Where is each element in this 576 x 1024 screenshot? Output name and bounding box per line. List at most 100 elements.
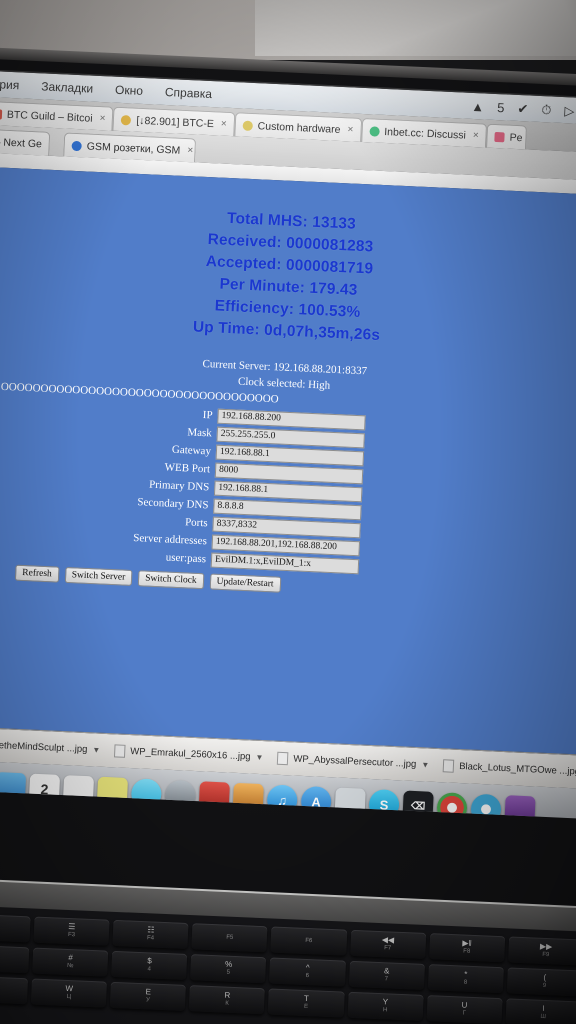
menu-window[interactable]: Окно bbox=[115, 83, 143, 98]
refresh-button[interactable]: Refresh bbox=[14, 564, 60, 583]
key-sub: Н bbox=[382, 1007, 388, 1014]
switch-clock-button[interactable]: Switch Clock bbox=[137, 570, 204, 590]
key-4[interactable]: $4 bbox=[111, 950, 188, 980]
stat-value: 0000081719 bbox=[285, 256, 374, 278]
key-sub: Ц bbox=[66, 994, 72, 1001]
key-8[interactable]: * 8 bbox=[427, 964, 504, 994]
tab-close-icon[interactable]: × bbox=[221, 119, 227, 130]
tab-close-icon[interactable]: × bbox=[473, 130, 479, 141]
key-sub: 7 bbox=[384, 976, 389, 983]
stat-value: 179.43 bbox=[309, 279, 358, 299]
key-2[interactable]: @2 bbox=[0, 944, 30, 974]
key-sub: F6 bbox=[305, 937, 313, 944]
download-item[interactable]: WP_AbyssalPersecutor ...jpg ▼ bbox=[277, 751, 429, 772]
key-sub: F3 bbox=[67, 932, 76, 939]
key-t[interactable]: TЕ bbox=[268, 988, 345, 1018]
key-6[interactable]: ^ 6 bbox=[269, 957, 346, 987]
stat-label: Received: bbox=[207, 231, 283, 252]
key-u[interactable]: UГ bbox=[426, 995, 503, 1024]
key-3[interactable]: # № bbox=[32, 947, 109, 977]
download-name: WP_AbyssalPersecutor ...jpg bbox=[293, 753, 417, 771]
file-icon bbox=[113, 744, 126, 758]
key-r[interactable]: RК bbox=[189, 985, 266, 1015]
favicon-custom-hardware bbox=[242, 120, 253, 131]
menu-help[interactable]: Справка bbox=[165, 85, 213, 101]
field-label: IP bbox=[202, 409, 213, 422]
key-f6[interactable]: F6 bbox=[270, 926, 347, 956]
badge-count: 5 bbox=[496, 99, 505, 115]
key-sub: F7 bbox=[384, 945, 392, 952]
key-9[interactable]: (9 bbox=[506, 967, 576, 997]
key-main: & bbox=[383, 966, 390, 976]
key-sub: Г bbox=[462, 1010, 466, 1017]
chevron-down-icon[interactable]: ▼ bbox=[421, 760, 429, 769]
key-y[interactable]: YН bbox=[347, 991, 424, 1021]
key-main: $ bbox=[147, 956, 153, 966]
tab-pe[interactable]: Pe bbox=[486, 123, 528, 150]
key-q[interactable]: QЙ bbox=[0, 975, 29, 1005]
key-5[interactable]: % 5 bbox=[190, 954, 267, 984]
key-sub: 6 bbox=[305, 973, 310, 980]
key-f4[interactable]: ☷ F4 bbox=[112, 919, 189, 949]
key-sub: 9 bbox=[542, 982, 547, 990]
key-i[interactable]: IШ bbox=[505, 998, 576, 1024]
tab-close-icon[interactable]: × bbox=[347, 124, 353, 135]
download-item[interactable]: WP_JacetheMindSculpt ...jpg ▼ bbox=[0, 737, 101, 757]
key-7[interactable]: & 7 bbox=[348, 960, 425, 990]
terminal-glyph: ⌫ bbox=[410, 800, 426, 812]
stat-value: 100.53% bbox=[298, 301, 361, 322]
key-main: U bbox=[461, 1000, 468, 1011]
key-f3[interactable]: ☰ F3 bbox=[33, 916, 110, 946]
file-icon bbox=[442, 759, 455, 773]
key-sub: 5 bbox=[226, 969, 231, 976]
key-main: ▶‖ bbox=[462, 938, 472, 949]
key-w[interactable]: WЦ bbox=[31, 978, 108, 1008]
key-f8[interactable]: ▶‖ F8 bbox=[428, 933, 505, 963]
checkmark-icon[interactable]: ✔ bbox=[517, 100, 529, 115]
field-label: Primary DNS bbox=[148, 479, 210, 494]
download-item[interactable]: WP_Emrakul_2560x16 ...jpg ▼ bbox=[113, 744, 264, 764]
key-sub: F8 bbox=[463, 948, 471, 955]
bluetooth-icon[interactable]: ▷ bbox=[564, 103, 575, 118]
key-f7[interactable]: ◀◀ F7 bbox=[349, 929, 426, 959]
key-sub: F5 bbox=[226, 934, 234, 941]
field-label: Gateway bbox=[171, 444, 212, 458]
menu-history[interactable]: тория bbox=[0, 77, 20, 92]
key-sub: К bbox=[225, 1000, 229, 1007]
key-sub: 8 bbox=[463, 979, 468, 986]
stat-label: Up Time: bbox=[192, 318, 261, 339]
user-pass-input[interactable] bbox=[210, 552, 360, 575]
key-main: * bbox=[463, 969, 468, 980]
switch-server-button[interactable]: Switch Server bbox=[64, 566, 133, 586]
tab-label: CedarTec – Next Ge bbox=[0, 134, 43, 150]
key-main: R bbox=[224, 990, 231, 1001]
key-main: # bbox=[68, 953, 73, 963]
field-label: Mask bbox=[187, 426, 213, 440]
update-restart-button[interactable]: Update/Restart bbox=[209, 573, 281, 593]
menu-bookmarks[interactable]: Закладки bbox=[41, 79, 94, 95]
tab-label: [↓82.901] BTC-E bbox=[136, 114, 215, 130]
background-wall-right bbox=[255, 0, 576, 56]
key-e[interactable]: EУ bbox=[110, 981, 187, 1011]
download-name: WP_JacetheMindSculpt ...jpg bbox=[0, 738, 88, 756]
adobe-icon[interactable]: ▲ bbox=[471, 98, 485, 114]
tab-close-icon[interactable]: × bbox=[99, 113, 105, 124]
key-main: ☰ bbox=[68, 922, 76, 932]
field-label: Server addresses bbox=[133, 532, 208, 548]
tab-close-icon[interactable]: × bbox=[187, 145, 193, 156]
key-f5[interactable]: F5 bbox=[191, 923, 268, 953]
download-item[interactable]: Black_Lotus_MTGOwe ...jpg ▼ bbox=[442, 759, 576, 779]
key-main: ^ bbox=[305, 963, 310, 973]
tab-cedartec[interactable]: CedarTec – Next Ge bbox=[0, 126, 51, 156]
stat-label: Per Minute: bbox=[219, 275, 306, 297]
power-icon[interactable]: ⏱ bbox=[541, 102, 552, 117]
key-main: T bbox=[303, 994, 310, 1004]
chevron-down-icon[interactable]: ▼ bbox=[92, 745, 100, 754]
chevron-down-icon[interactable]: ▼ bbox=[255, 753, 263, 762]
stat-label: Efficiency: bbox=[214, 297, 295, 319]
photo-scene: тория Закладки Окно Справка ▲ 5 ✔ ⏱ ▷ ◖ … bbox=[0, 0, 576, 1024]
laptop-screen: тория Закладки Окно Справка ▲ 5 ✔ ⏱ ▷ ◖ … bbox=[0, 70, 576, 820]
key-f9[interactable]: ▶▶ F9 bbox=[507, 936, 576, 966]
key-f2[interactable]: ☀F2 bbox=[0, 913, 31, 943]
key-main: W bbox=[65, 984, 74, 994]
